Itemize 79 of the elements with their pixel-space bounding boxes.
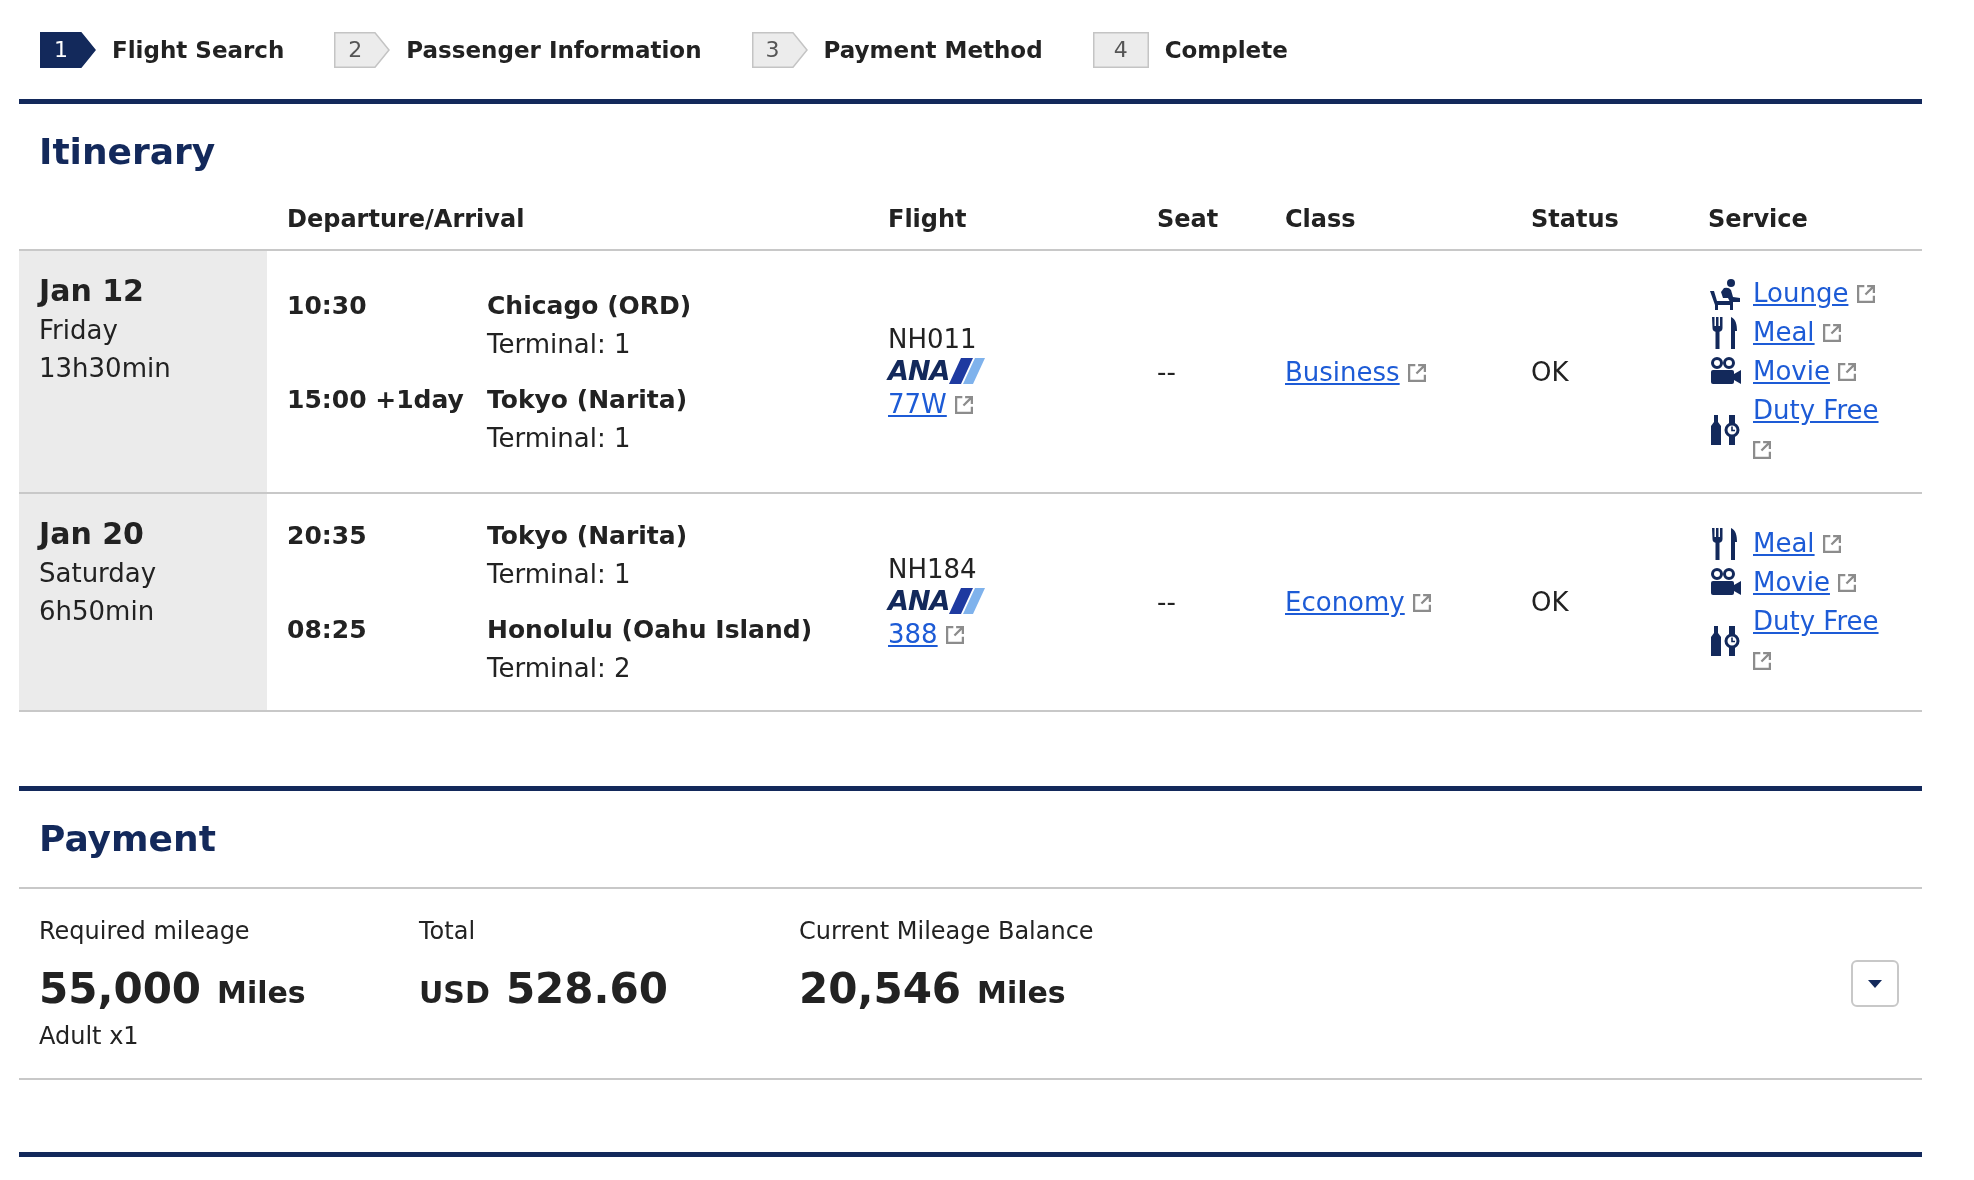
time-text: 10:30	[287, 290, 367, 320]
class-link[interactable]: Economy	[1285, 587, 1405, 617]
external-link-icon	[1413, 594, 1431, 612]
external-link-icon	[1838, 363, 1857, 381]
terminal-text: Terminal: 2	[487, 652, 631, 685]
aircraft-link[interactable]: 388	[888, 619, 938, 649]
bottle-watch-icon	[1709, 625, 1741, 657]
external-link-icon	[1753, 652, 1771, 670]
external-link-icon	[1753, 441, 1771, 459]
currency-text: USD	[419, 974, 490, 1012]
service-link[interactable]: Meal	[1753, 317, 1815, 347]
time-text: 15:00 +1day	[287, 384, 464, 414]
balance-amount: 20,546	[799, 963, 962, 1015]
class-link[interactable]: Business	[1285, 356, 1400, 387]
date-text: Jan 12	[39, 272, 144, 310]
column-header: Seat	[1157, 205, 1219, 233]
time-text: 08:25	[287, 615, 367, 644]
airport-name: Tokyo (Narita)	[487, 383, 688, 416]
terminal-text: Terminal: 1	[487, 421, 631, 455]
step-label: Passenger Information	[406, 35, 702, 65]
external-link-icon	[1838, 574, 1857, 592]
terminal-text: Terminal: 1	[487, 558, 631, 591]
external-link-icon	[1822, 324, 1841, 342]
external-link-icon	[955, 395, 974, 414]
service-link[interactable]: Duty Free	[1753, 395, 1879, 425]
bottle-watch-icon	[1709, 414, 1741, 446]
passenger-note: Adult x1	[39, 1021, 139, 1052]
column-header: Service	[1708, 205, 1808, 233]
service-link[interactable]: Lounge	[1753, 278, 1849, 308]
step-number-badge: 1	[40, 31, 96, 68]
mileage-amount: 55,000	[39, 963, 202, 1015]
seat-text: --	[1157, 355, 1176, 389]
weekday-text: Saturday	[39, 557, 157, 590]
seated-person-icon	[1709, 277, 1741, 310]
step-label: Payment Method	[823, 35, 1043, 65]
flight-number: NH011	[888, 322, 977, 356]
seat-text: --	[1157, 586, 1176, 619]
step-number-badge: 2	[334, 31, 391, 68]
unit-text: Miles	[977, 974, 1066, 1012]
external-link-icon	[1822, 535, 1841, 553]
service-link[interactable]: Movie	[1753, 567, 1830, 597]
total-label: Total	[419, 916, 476, 947]
weekday-text: Friday	[39, 314, 118, 347]
external-link-icon	[1856, 285, 1875, 303]
status-text: OK	[1531, 586, 1569, 619]
caret-down-icon	[1868, 979, 1882, 988]
column-header: Status	[1531, 205, 1619, 233]
balance-label: Current Mileage Balance	[799, 916, 1094, 947]
date-text: Jan 20	[39, 515, 144, 553]
step-number-badge: 4	[1092, 31, 1149, 68]
aircraft-link[interactable]: 77W	[888, 388, 947, 419]
service-link[interactable]: Movie	[1753, 356, 1830, 386]
unit-text: Miles	[217, 974, 306, 1012]
step-label: Complete	[1164, 35, 1288, 65]
time-text: 20:35	[287, 521, 367, 550]
total-amount: 528.60	[505, 963, 668, 1015]
airport-name: Tokyo (Narita)	[487, 520, 688, 552]
column-header: Class	[1285, 205, 1356, 233]
external-link-icon	[945, 626, 964, 644]
expand-button[interactable]	[1851, 960, 1899, 1007]
airline-logo: ANA	[888, 356, 986, 385]
status-text: OK	[1531, 355, 1569, 389]
airport-name: Chicago (ORD)	[487, 289, 692, 322]
external-link-icon	[1407, 363, 1426, 382]
service-link[interactable]: Meal	[1753, 528, 1815, 558]
step-number-badge: 3	[751, 31, 808, 68]
step-label: Flight Search	[112, 35, 285, 65]
duration-text: 13h30min	[39, 352, 171, 385]
terminal-text: Terminal: 1	[487, 327, 631, 361]
section-title: Payment	[39, 817, 216, 861]
duration-text: 6h50min	[39, 595, 155, 628]
flight-number: NH184	[888, 553, 977, 586]
service-link[interactable]: Duty Free	[1753, 606, 1879, 636]
mileage-label: Required mileage	[39, 916, 250, 947]
airline-logo: ANA	[888, 587, 986, 615]
column-header: Flight	[888, 205, 967, 233]
column-header: Departure/Arrival	[287, 205, 525, 233]
section-title: Itinerary	[39, 130, 216, 174]
airport-name: Honolulu (Oahu Island)	[487, 614, 813, 646]
